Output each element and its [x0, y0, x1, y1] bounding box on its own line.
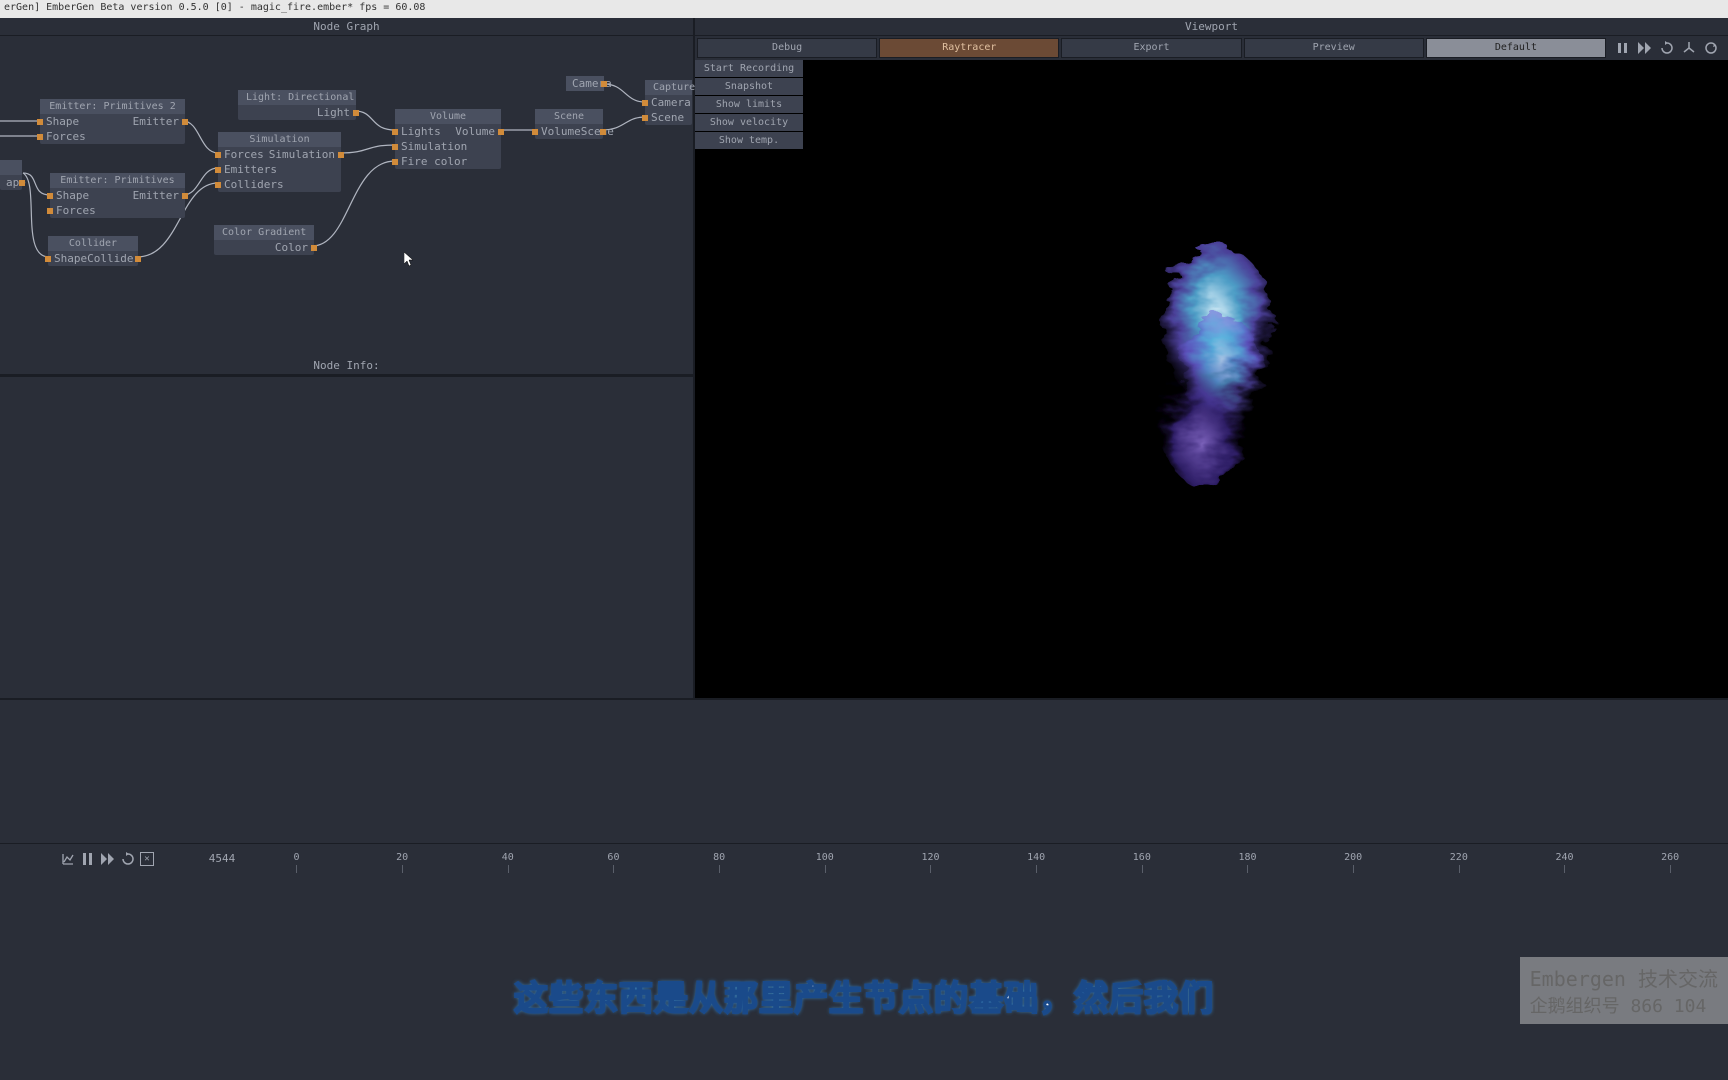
tick-label: 160: [1133, 852, 1151, 863]
refresh-icon[interactable]: [1660, 41, 1674, 55]
node-volume[interactable]: Volume LightsVolume Simulation Fire colo…: [395, 109, 501, 169]
subtitle-overlay: 这些东西是从那里产生节点的基础，然后我们: [514, 971, 1214, 1020]
watermark-overlay: Embergen 技术交流 企鹅组织号 866 104: [1520, 957, 1728, 1024]
tick-label: 120: [921, 852, 939, 863]
tab-export[interactable]: Export: [1061, 38, 1241, 58]
node-simulation[interactable]: Simulation ForcesSimulation Emitters Col…: [218, 132, 341, 192]
node-info-panel: [0, 375, 693, 698]
node-emitter-primitives[interactable]: Emitter: Primitives ShapeEmitter Forces: [50, 173, 185, 218]
tab-preview[interactable]: Preview: [1244, 38, 1424, 58]
cycle-icon[interactable]: [1704, 41, 1718, 55]
frame-number: 4544: [192, 852, 252, 865]
tick-label: 240: [1555, 852, 1573, 863]
pause-icon[interactable]: [80, 851, 96, 867]
start-recording-button[interactable]: Start Recording: [695, 60, 803, 77]
stop-icon[interactable]: ✕: [140, 852, 154, 866]
node-info-header: Node Info:: [0, 357, 693, 375]
viewport-3d[interactable]: Start Recording Snapshot Show limits Sho…: [695, 60, 1728, 698]
show-velocity-button[interactable]: Show velocity: [695, 114, 803, 131]
timeline[interactable]: ✕ 4544 0 20 40 60 80 100 120 140 160 180 200 220 240…: [0, 843, 1728, 873]
node-graph-header: Node Graph: [0, 18, 693, 36]
timeline-ruler[interactable]: 0 20 40 60 80 100 120 140 160 180 200 220 240 260: [282, 844, 1728, 873]
viewport-toolbar: Debug Raytracer Export Preview Default: [695, 36, 1728, 60]
node-graph-canvas[interactable]: ape Emitter: Primitives 2 ShapeEmitter F…: [0, 36, 693, 357]
mouse-cursor-icon: [404, 252, 416, 268]
bottom-panel: [0, 698, 1728, 843]
node-emitter-primitives-2[interactable]: Emitter: Primitives 2 ShapeEmitter Force…: [40, 99, 185, 144]
node-light-directional[interactable]: Light: Directional Light: [238, 90, 356, 120]
tab-raytracer[interactable]: Raytracer: [879, 38, 1059, 58]
node-shape-fragment[interactable]: ape: [0, 160, 22, 190]
node-collider[interactable]: Collider ShapeCollider: [48, 236, 138, 266]
show-limits-button[interactable]: Show limits: [695, 96, 803, 113]
node-color-gradient[interactable]: Color Gradient Color: [214, 225, 314, 255]
fast-forward-icon[interactable]: [1638, 41, 1652, 55]
loop-icon[interactable]: [120, 851, 136, 867]
tick-label: 100: [816, 852, 834, 863]
axis-icon[interactable]: [1682, 41, 1696, 55]
tick-label: 80: [713, 852, 725, 863]
fast-forward-icon[interactable]: [100, 851, 116, 867]
node-capture[interactable]: Capture Camera Scene: [645, 80, 692, 125]
node-scene[interactable]: Scene VolumeScene: [535, 109, 603, 139]
tick-label: 40: [502, 852, 514, 863]
tick-label: 60: [607, 852, 619, 863]
tab-debug[interactable]: Debug: [697, 38, 877, 58]
tick-label: 200: [1344, 852, 1362, 863]
tab-default[interactable]: Default: [1426, 38, 1606, 58]
viewport-header: Viewport: [695, 18, 1728, 36]
graph-icon[interactable]: [60, 851, 76, 867]
snapshot-button[interactable]: Snapshot: [695, 78, 803, 95]
tick-label: 0: [293, 852, 299, 863]
tick-label: 140: [1027, 852, 1045, 863]
fire-simulation-render: [1122, 225, 1302, 505]
show-temp-button[interactable]: Show temp.: [695, 132, 803, 149]
node-camera[interactable]: Camera: [566, 76, 604, 91]
pause-icon[interactable]: [1616, 41, 1630, 55]
window-titlebar: erGen] EmberGen Beta version 0.5.0 [0] -…: [0, 0, 1728, 18]
tick-label: 180: [1238, 852, 1256, 863]
tick-label: 20: [396, 852, 408, 863]
tick-label: 260: [1661, 852, 1679, 863]
tick-label: 220: [1450, 852, 1468, 863]
